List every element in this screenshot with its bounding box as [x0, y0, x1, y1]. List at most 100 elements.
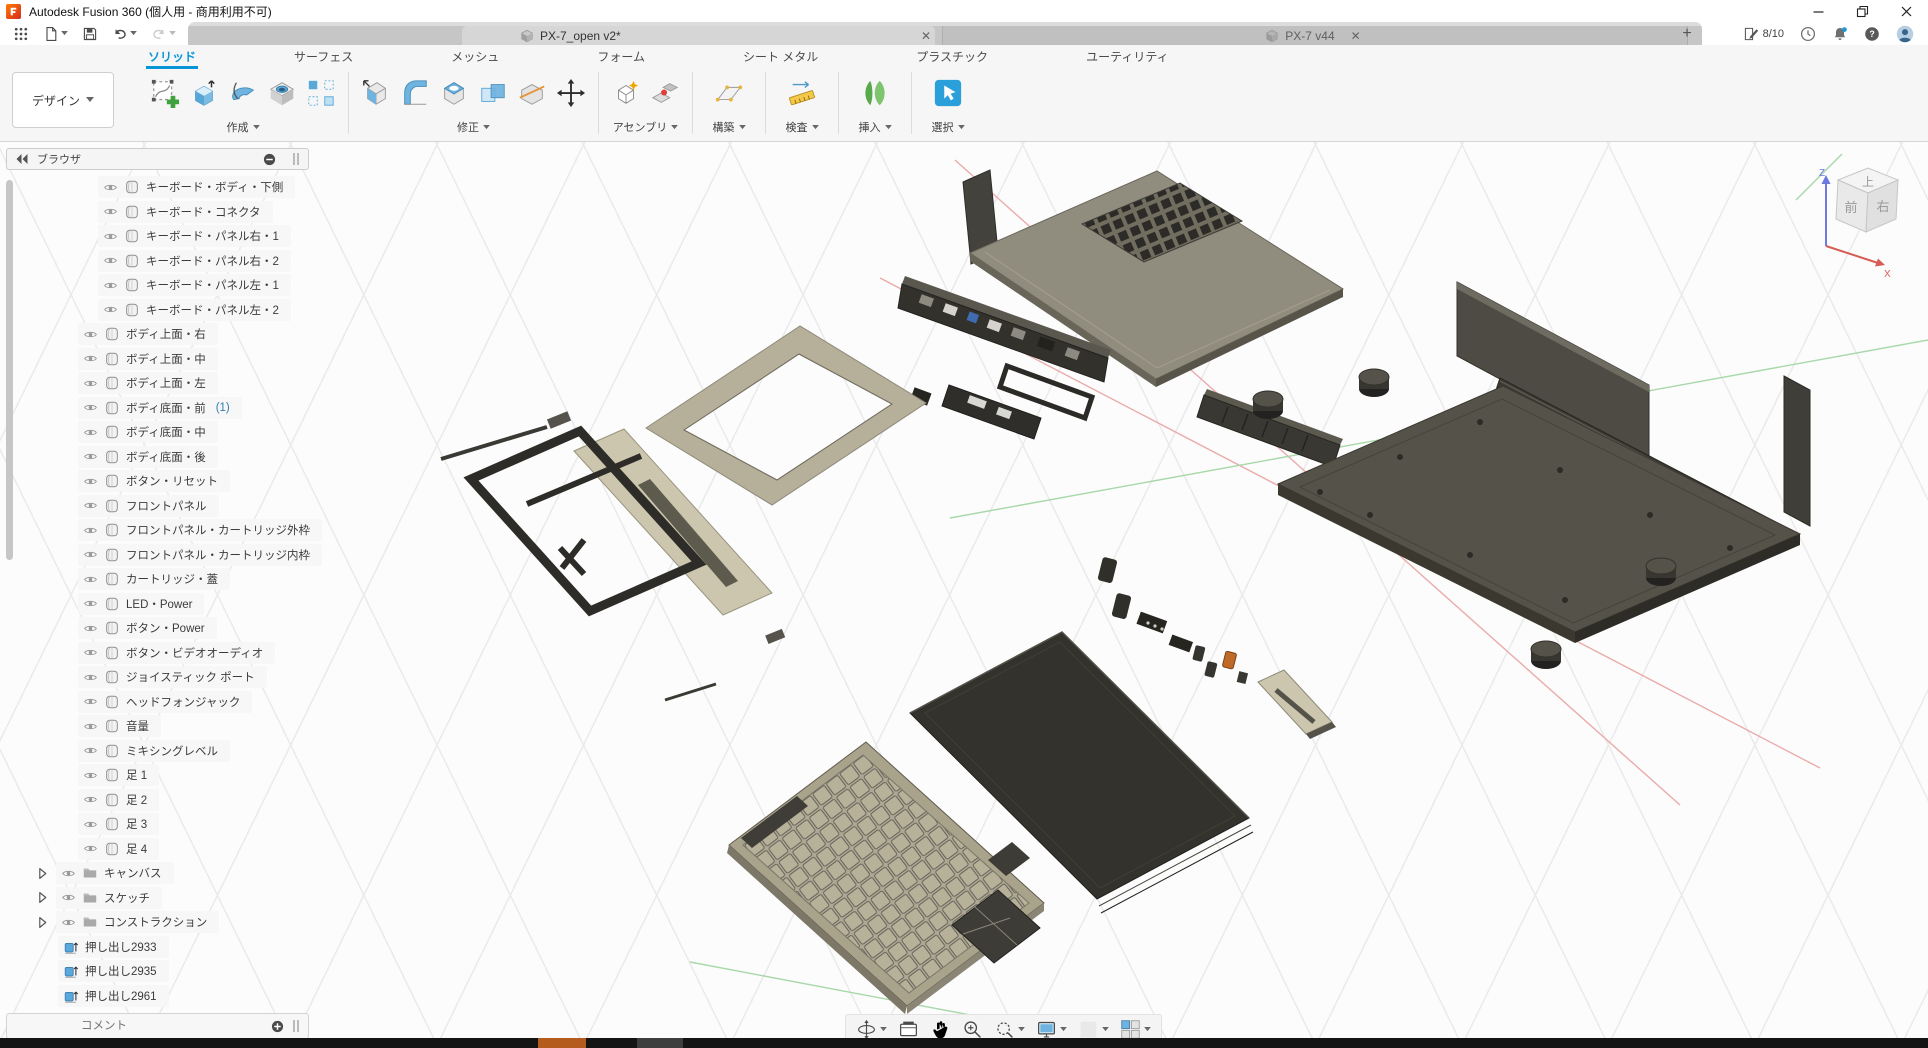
browser-item[interactable]: キャンバス: [0, 862, 330, 884]
browser-item[interactable]: ボディ底面・前(1): [0, 397, 330, 419]
save-button[interactable]: [77, 22, 103, 45]
window-close-button[interactable]: [1884, 0, 1928, 22]
visibility-eye-icon[interactable]: [83, 523, 98, 538]
visibility-eye-icon[interactable]: [83, 376, 98, 391]
new-tab-button[interactable]: +: [1678, 25, 1696, 43]
browser-item[interactable]: ボディ上面・中: [0, 348, 330, 370]
display-settings-button[interactable]: [1036, 1019, 1067, 1040]
add-comment-icon[interactable]: [271, 1020, 284, 1033]
browser-item[interactable]: 足 2: [0, 789, 330, 811]
browser-item[interactable]: 押し出し2933: [0, 936, 330, 958]
visibility-eye-icon[interactable]: [61, 915, 76, 930]
extrude-button[interactable]: [187, 76, 221, 110]
joint-button[interactable]: [648, 76, 682, 110]
document-tab-active[interactable]: PX-7_open v2* ✕: [462, 26, 935, 45]
browser-item[interactable]: キーボード・パネル右・2: [0, 250, 330, 272]
hole-button[interactable]: [265, 76, 299, 110]
visibility-eye-icon[interactable]: [83, 670, 98, 685]
pan-button[interactable]: [930, 1019, 951, 1040]
visibility-eye-icon[interactable]: [83, 327, 98, 342]
visibility-eye-icon[interactable]: [83, 645, 98, 660]
ribbon-tab-6[interactable]: ユーティリティ: [1084, 46, 1171, 67]
group-dropdown-5[interactable]: 挿入: [859, 119, 892, 135]
browser-item[interactable]: ボディ底面・中: [0, 421, 330, 443]
panel-grip-icon[interactable]: [292, 152, 300, 166]
measure-button[interactable]: [785, 76, 819, 110]
window-minimize-button[interactable]: [1796, 0, 1840, 22]
browser-item[interactable]: ミキシングレベル: [0, 740, 330, 762]
expand-arrow-icon[interactable]: [36, 891, 49, 904]
visibility-eye-icon[interactable]: [83, 621, 98, 636]
browser-item[interactable]: 足 4: [0, 838, 330, 860]
expand-arrow-icon[interactable]: [36, 867, 49, 880]
browser-item[interactable]: フロントパネル・カートリッジ外枠: [0, 519, 330, 541]
browser-item[interactable]: スケッチ: [0, 887, 330, 909]
browser-scrollbar[interactable]: [6, 180, 13, 560]
visibility-eye-icon[interactable]: [83, 498, 98, 513]
create-sketch-button[interactable]: [148, 76, 182, 110]
expand-arrow-icon[interactable]: [36, 916, 49, 929]
browser-item[interactable]: ボディ上面・左: [0, 372, 330, 394]
group-dropdown-4[interactable]: 検査: [786, 119, 819, 135]
viewports-button[interactable]: [1120, 1019, 1151, 1040]
view-cube[interactable]: 上 前 右 Z X: [1795, 145, 1928, 280]
undo-button[interactable]: [107, 22, 142, 45]
ribbon-tab-2[interactable]: メッシュ: [449, 46, 501, 67]
visibility-eye-icon[interactable]: [83, 547, 98, 562]
visibility-eye-icon[interactable]: [103, 229, 118, 244]
browser-item[interactable]: 押し出し2961: [0, 985, 330, 1007]
visibility-eye-icon[interactable]: [83, 768, 98, 783]
browser-item[interactable]: フロントパネル: [0, 495, 330, 517]
visibility-eye-icon[interactable]: [103, 204, 118, 219]
browser-item[interactable]: LED・Power: [0, 593, 330, 615]
browser-item[interactable]: 足 1: [0, 764, 330, 786]
orbit-button[interactable]: [856, 1019, 887, 1040]
ribbon-tab-3[interactable]: フォーム: [595, 46, 647, 67]
browser-item[interactable]: ボタン・ビデオオーディオ: [0, 642, 330, 664]
browser-item[interactable]: ボタン・Power: [0, 617, 330, 639]
ribbon-tab-1[interactable]: サーフェス: [292, 46, 355, 67]
ribbon-tab-5[interactable]: プラスチック: [914, 46, 990, 67]
panel-grip-icon[interactable]: [292, 1019, 300, 1033]
job-history-button[interactable]: [1800, 26, 1816, 42]
browser-item[interactable]: キーボード・パネル左・2: [0, 299, 330, 321]
visibility-eye-icon[interactable]: [61, 890, 76, 905]
user-avatar[interactable]: [1896, 25, 1914, 43]
file-button[interactable]: [38, 22, 73, 45]
visibility-eye-icon[interactable]: [103, 180, 118, 195]
visibility-eye-icon[interactable]: [83, 351, 98, 366]
pattern-button[interactable]: [304, 76, 338, 110]
browser-item[interactable]: コンストラクション: [0, 911, 330, 933]
browser-item[interactable]: ボディ底面・後: [0, 446, 330, 468]
visibility-eye-icon[interactable]: [83, 425, 98, 440]
shell-button[interactable]: [437, 76, 471, 110]
visibility-eye-icon[interactable]: [83, 792, 98, 807]
collapse-panel-icon[interactable]: [15, 153, 29, 165]
notifications-bell-button[interactable]: [1832, 26, 1848, 42]
browser-item[interactable]: キーボード・ボディ・下側: [0, 176, 330, 198]
combine-button[interactable]: [476, 76, 510, 110]
browser-item[interactable]: 押し出し2935: [0, 960, 330, 982]
revolve-button[interactable]: [226, 76, 260, 110]
insert-canvas-button[interactable]: [858, 76, 892, 110]
press-pull-button[interactable]: [359, 76, 393, 110]
ribbon-tab-0[interactable]: ソリッド: [146, 46, 198, 67]
group-dropdown-6[interactable]: 選択: [932, 119, 965, 135]
window-restore-button[interactable]: [1840, 0, 1884, 22]
layout-grid-button[interactable]: [1078, 1019, 1109, 1040]
browser-item[interactable]: 音量: [0, 715, 330, 737]
visibility-eye-icon[interactable]: [83, 841, 98, 856]
ribbon-tab-4[interactable]: シート メタル: [741, 46, 820, 67]
move-button[interactable]: [554, 76, 588, 110]
group-dropdown-1[interactable]: 修正: [457, 119, 490, 135]
browser-item[interactable]: キーボード・パネル右・1: [0, 225, 330, 247]
select-button[interactable]: [931, 76, 965, 110]
app-grid-button[interactable]: [8, 22, 34, 45]
browser-item[interactable]: キーボード・パネル左・1: [0, 274, 330, 296]
new-component-button[interactable]: [609, 76, 643, 110]
browser-item[interactable]: 足 3: [0, 813, 330, 835]
browser-item[interactable]: ヘッドフォンジャック: [0, 691, 330, 713]
visibility-eye-icon[interactable]: [83, 817, 98, 832]
visibility-eye-icon[interactable]: [83, 449, 98, 464]
visibility-eye-icon[interactable]: [83, 719, 98, 734]
